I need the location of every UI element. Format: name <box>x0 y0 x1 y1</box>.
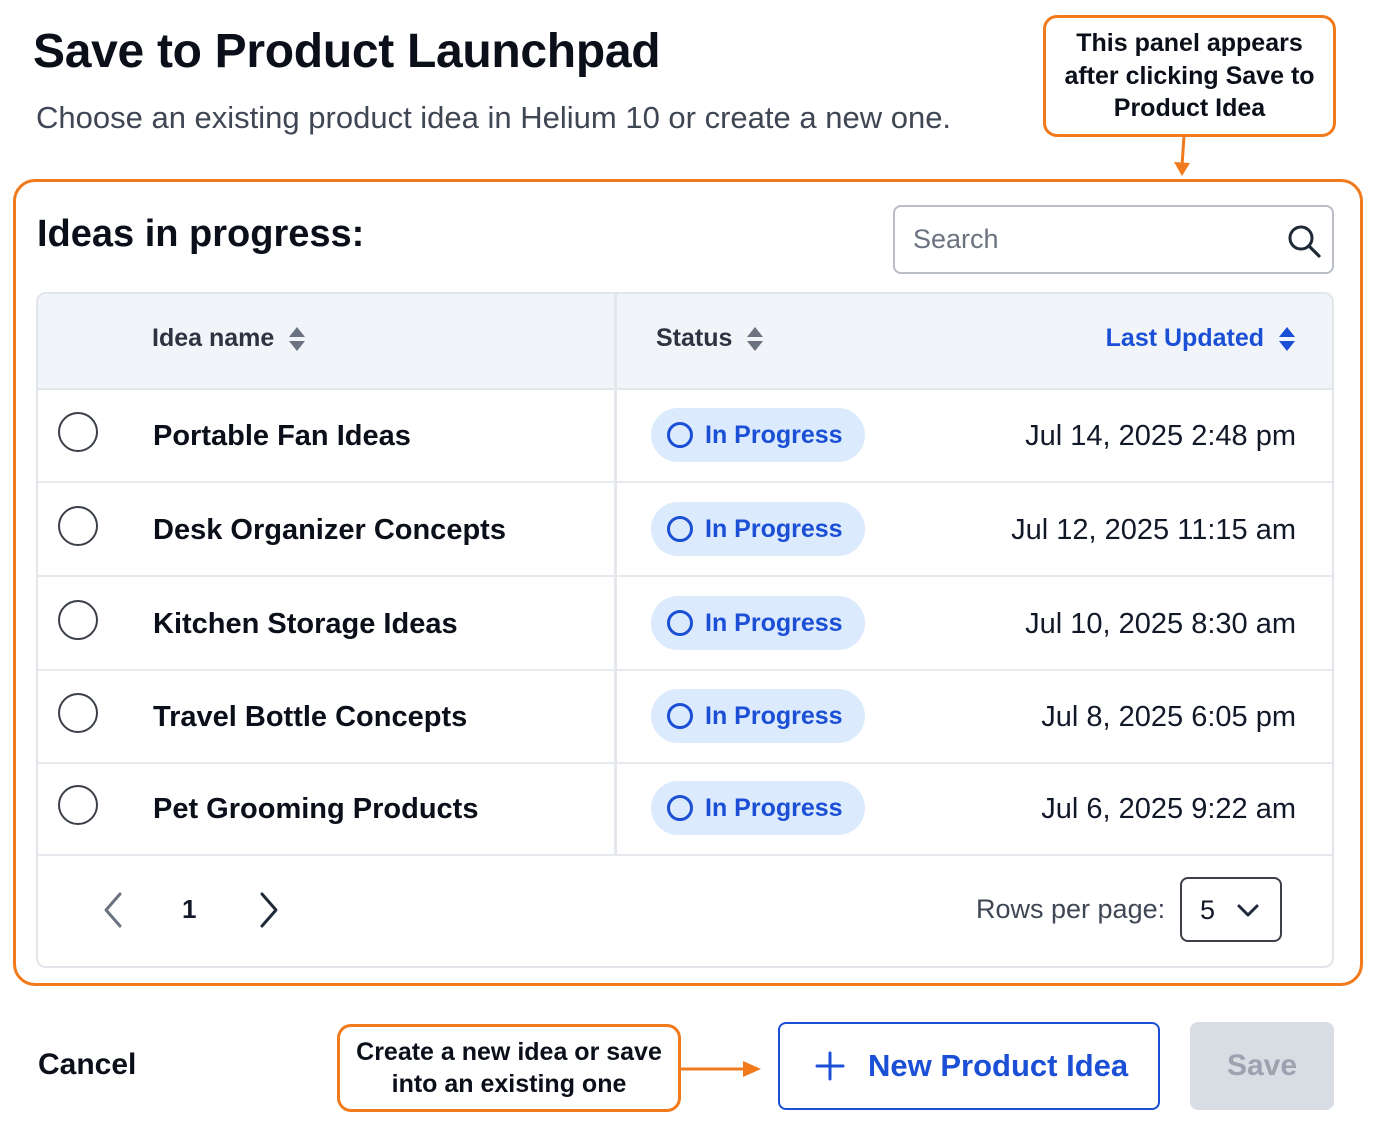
chevron-down-icon <box>1237 904 1259 917</box>
table-row[interactable]: Kitchen Storage Ideas In Progress Jul 10… <box>38 578 1332 671</box>
ideas-table: Idea name Status Last Updated Portable F… <box>36 292 1334 968</box>
page-number[interactable]: 1 <box>182 894 196 925</box>
column-header-idea-name[interactable]: Idea name <box>152 324 306 353</box>
sort-icon[interactable] <box>288 325 306 353</box>
idea-name: Pet Grooming Products <box>153 793 479 825</box>
panel-heading: Ideas in progress: <box>37 213 365 255</box>
table-row[interactable]: Pet Grooming Products In Progress Jul 6,… <box>38 763 1332 856</box>
callout-arrow-right-icon <box>681 1061 761 1077</box>
idea-name: Portable Fan Ideas <box>153 420 411 452</box>
callout-new-idea-info: Create a new idea or save into an existi… <box>337 1024 681 1112</box>
progress-circle-icon <box>667 516 693 542</box>
status-badge: In Progress <box>651 502 865 556</box>
row-select-radio[interactable] <box>58 600 98 640</box>
row-select-radio[interactable] <box>58 785 98 825</box>
progress-circle-icon <box>667 610 693 636</box>
column-divider <box>614 294 617 855</box>
table-row[interactable]: Travel Bottle Concepts In Progress Jul 8… <box>38 671 1332 764</box>
row-select-radio[interactable] <box>58 506 98 546</box>
search-icon[interactable] <box>1286 223 1322 259</box>
sort-icon[interactable] <box>746 325 764 353</box>
table-header: Idea name Status Last Updated <box>38 294 1332 390</box>
rows-per-page-value: 5 <box>1200 895 1216 925</box>
table-row[interactable]: Desk Organizer Concepts In Progress Jul … <box>38 484 1332 577</box>
last-updated: Jul 8, 2025 6:05 pm <box>1041 701 1296 733</box>
page-subtitle: Choose an existing product idea in Heliu… <box>36 100 952 135</box>
table-row[interactable]: Portable Fan Ideas In Progress Jul 14, 2… <box>38 390 1332 483</box>
column-header-status[interactable]: Status <box>656 324 764 353</box>
chevron-right-icon[interactable] <box>254 890 282 930</box>
last-updated: Jul 12, 2025 11:15 am <box>1011 514 1296 546</box>
row-select-radio[interactable] <box>58 693 98 733</box>
progress-circle-icon <box>667 422 693 448</box>
rows-per-page-select[interactable]: 5 <box>1180 877 1282 942</box>
status-label: In Progress <box>705 701 843 730</box>
last-updated: Jul 14, 2025 2:48 pm <box>1025 420 1296 452</box>
idea-name: Travel Bottle Concepts <box>153 701 468 733</box>
save-button[interactable]: Save <box>1190 1022 1334 1110</box>
last-updated: Jul 6, 2025 9:22 am <box>1041 793 1296 825</box>
callout-panel-info: This panel appears after clicking Save t… <box>1043 15 1336 137</box>
column-header-last-updated[interactable]: Last Updated <box>1106 324 1296 353</box>
idea-name: Desk Organizer Concepts <box>153 514 506 546</box>
status-label: In Progress <box>705 514 843 543</box>
status-label: In Progress <box>705 793 843 822</box>
column-header-label: Last Updated <box>1105 324 1264 352</box>
status-badge: In Progress <box>651 408 865 462</box>
last-updated: Jul 10, 2025 8:30 am <box>1025 608 1296 640</box>
new-product-idea-button[interactable]: New Product Idea <box>778 1022 1160 1110</box>
progress-circle-icon <box>667 703 693 729</box>
status-label: In Progress <box>705 608 843 637</box>
status-badge: In Progress <box>651 781 865 835</box>
status-badge: In Progress <box>651 689 865 743</box>
column-header-label: Status <box>656 324 733 352</box>
status-badge: In Progress <box>651 596 865 650</box>
column-header-label: Idea name <box>152 324 275 352</box>
rows-per-page-label: Rows per page: <box>976 894 1166 924</box>
progress-circle-icon <box>667 795 693 821</box>
search-input[interactable] <box>913 207 1273 272</box>
callout-arrow-down-icon <box>1174 136 1190 176</box>
chevron-left-icon[interactable] <box>100 890 128 930</box>
idea-name: Kitchen Storage Ideas <box>153 608 458 640</box>
status-label: In Progress <box>705 420 843 449</box>
sort-icon[interactable] <box>1278 325 1296 353</box>
row-select-radio[interactable] <box>58 412 98 452</box>
cancel-button[interactable]: Cancel <box>38 1048 136 1082</box>
new-product-idea-label: New Product Idea <box>868 1048 1129 1083</box>
search-box[interactable] <box>893 205 1334 274</box>
plus-icon <box>815 1051 845 1081</box>
page-title: Save to Product Launchpad <box>33 25 661 78</box>
